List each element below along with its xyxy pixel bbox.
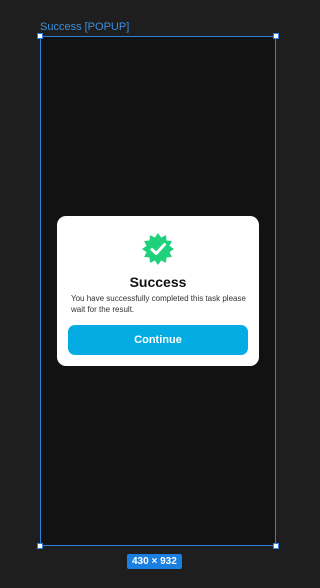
frame-label[interactable]: Success [POPUP] (40, 21, 129, 33)
resize-handle-top-left[interactable] (37, 33, 43, 39)
design-canvas: Success [POPUP] Success You have success… (0, 0, 312, 588)
popup-message: You have successfully completed this tas… (71, 294, 246, 314)
resize-handle-top-right[interactable] (273, 33, 279, 39)
continue-button[interactable]: Continue (68, 325, 248, 355)
popup-title: Success (129, 274, 187, 290)
frame-size-badge: 430 × 932 (127, 554, 182, 569)
success-popup: Success You have successfully completed … (57, 216, 259, 366)
resize-handle-bottom-right[interactable] (273, 543, 279, 549)
verified-check-icon (141, 232, 175, 266)
resize-handle-bottom-left[interactable] (37, 543, 43, 549)
